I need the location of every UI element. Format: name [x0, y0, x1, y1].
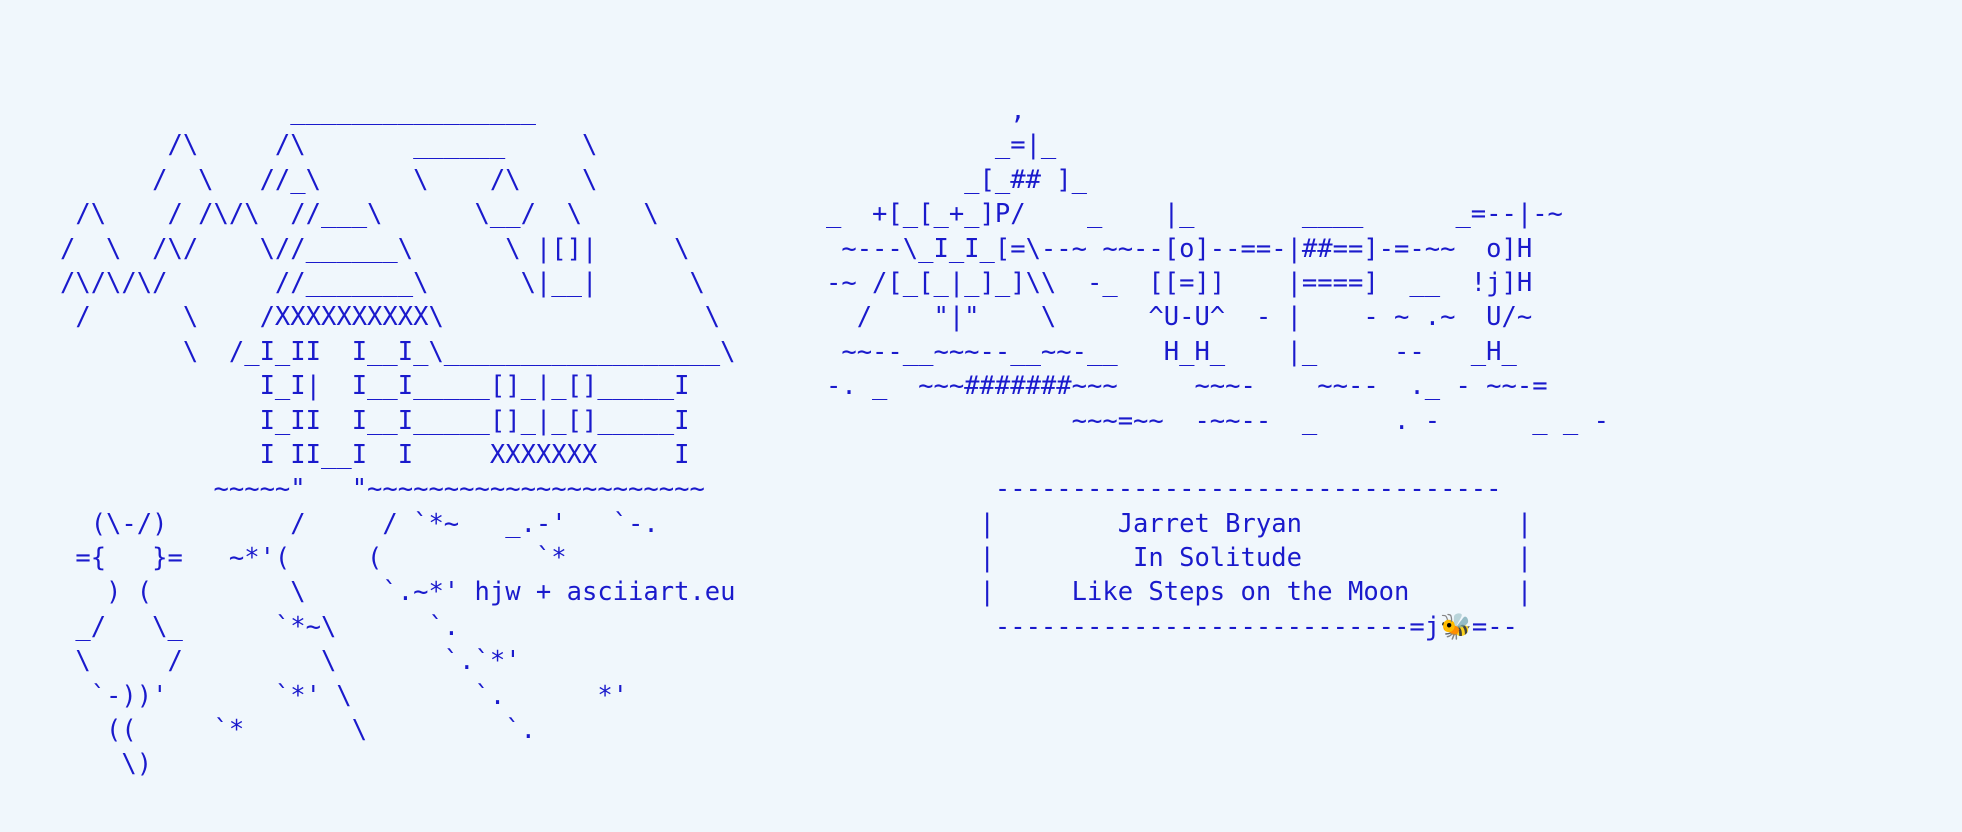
art-line: I II__I I XXXXXXX I: [60, 439, 690, 470]
art-line: /\ /\ ______ \: [60, 130, 598, 161]
title-box-subtitle: | Like Steps on the Moon |: [826, 577, 1533, 608]
art-line: / \ //_\ \ /\ \: [60, 164, 598, 195]
art-line: \ / \ `.`*': [60, 646, 521, 677]
art-line: /\ / /\/\ //___\ \__/ \ \: [60, 199, 659, 230]
art-line: / \ /\/ \//______\ \ |[]| \: [60, 233, 690, 264]
art-line: -. _ ~~~#######~~~ ~~~- ~~-- ._ - ~~-=: [826, 371, 1548, 402]
art-line: (\-/) / / `*~ _.-' `-.: [60, 508, 659, 539]
art-line: ={ }= ~*'( ( `*: [60, 543, 567, 574]
title-box-title: | In Solitude |: [826, 543, 1533, 574]
art-line: ~~~~~" "~~~~~~~~~~~~~~~~~~~~~~: [60, 474, 705, 505]
art-line: \): [60, 749, 153, 780]
art-line: ~~--__~~~--__~~-__ H_H_ |_ -- _H_: [826, 336, 1517, 367]
art-line: (( `* \ `.: [60, 715, 536, 746]
art-line: ,: [826, 96, 1026, 126]
art-line: I_I| I__I_____[]_|_[]_____I: [60, 371, 690, 402]
art-credit-line: ) ( \ `.~*' hjw + asciiart.eu: [60, 577, 736, 608]
art-line: [826, 438, 1609, 472]
art-line: _ +[_[_+_]P/ _ |_ ____ _=--|-~: [826, 199, 1563, 230]
title-box-bottom: ---------------------------=j🐝=--: [826, 611, 1518, 642]
art-line: _=|_: [826, 130, 1057, 161]
ascii-art-canvas: ________________ /\ /\ ______ \ / \ //_\…: [0, 0, 1962, 832]
art-line: / \ /XXXXXXXXXX\ \: [60, 302, 721, 333]
art-line: -~ /[_[_|_]_]\\ -_ [[=]] |====] __ !j]H: [826, 267, 1533, 298]
art-line: `-))' `*' \ `. *': [60, 680, 629, 711]
art-line: ~---\_I_I_[=\--~ ~~--[o]--==-|##==]-=-~~…: [826, 233, 1533, 264]
art-line: ________________: [60, 96, 536, 126]
art-line: / "|" \ ^U-U^ - | - ~ .~ U/~: [826, 302, 1533, 333]
art-line: /\/\/\/ //_______\ \|__| \: [60, 267, 705, 298]
art-line: _/ \_ `*~\ `.: [60, 611, 460, 642]
title-box-top: ---------------------------------: [826, 474, 1502, 505]
art-line: _[_## ]_: [826, 164, 1087, 195]
landscape-and-title-ascii-art: , _=|_ _[_## ]_ _ +[_[_+_]P/ _ |_ ____ _=…: [826, 94, 1609, 644]
title-box-author: | Jarret Bryan |: [826, 508, 1533, 539]
art-line: I_II I__I_____[]_|_[]_____I: [60, 405, 690, 436]
art-line: ~~~=~~ -~~-- _ . - _ _ -: [826, 405, 1609, 436]
art-line: \ /_I_II I__I_\__________________\: [60, 336, 736, 367]
castle-and-rabbit-ascii-art: ________________ /\ /\ ______ \ / \ //_\…: [60, 94, 736, 782]
